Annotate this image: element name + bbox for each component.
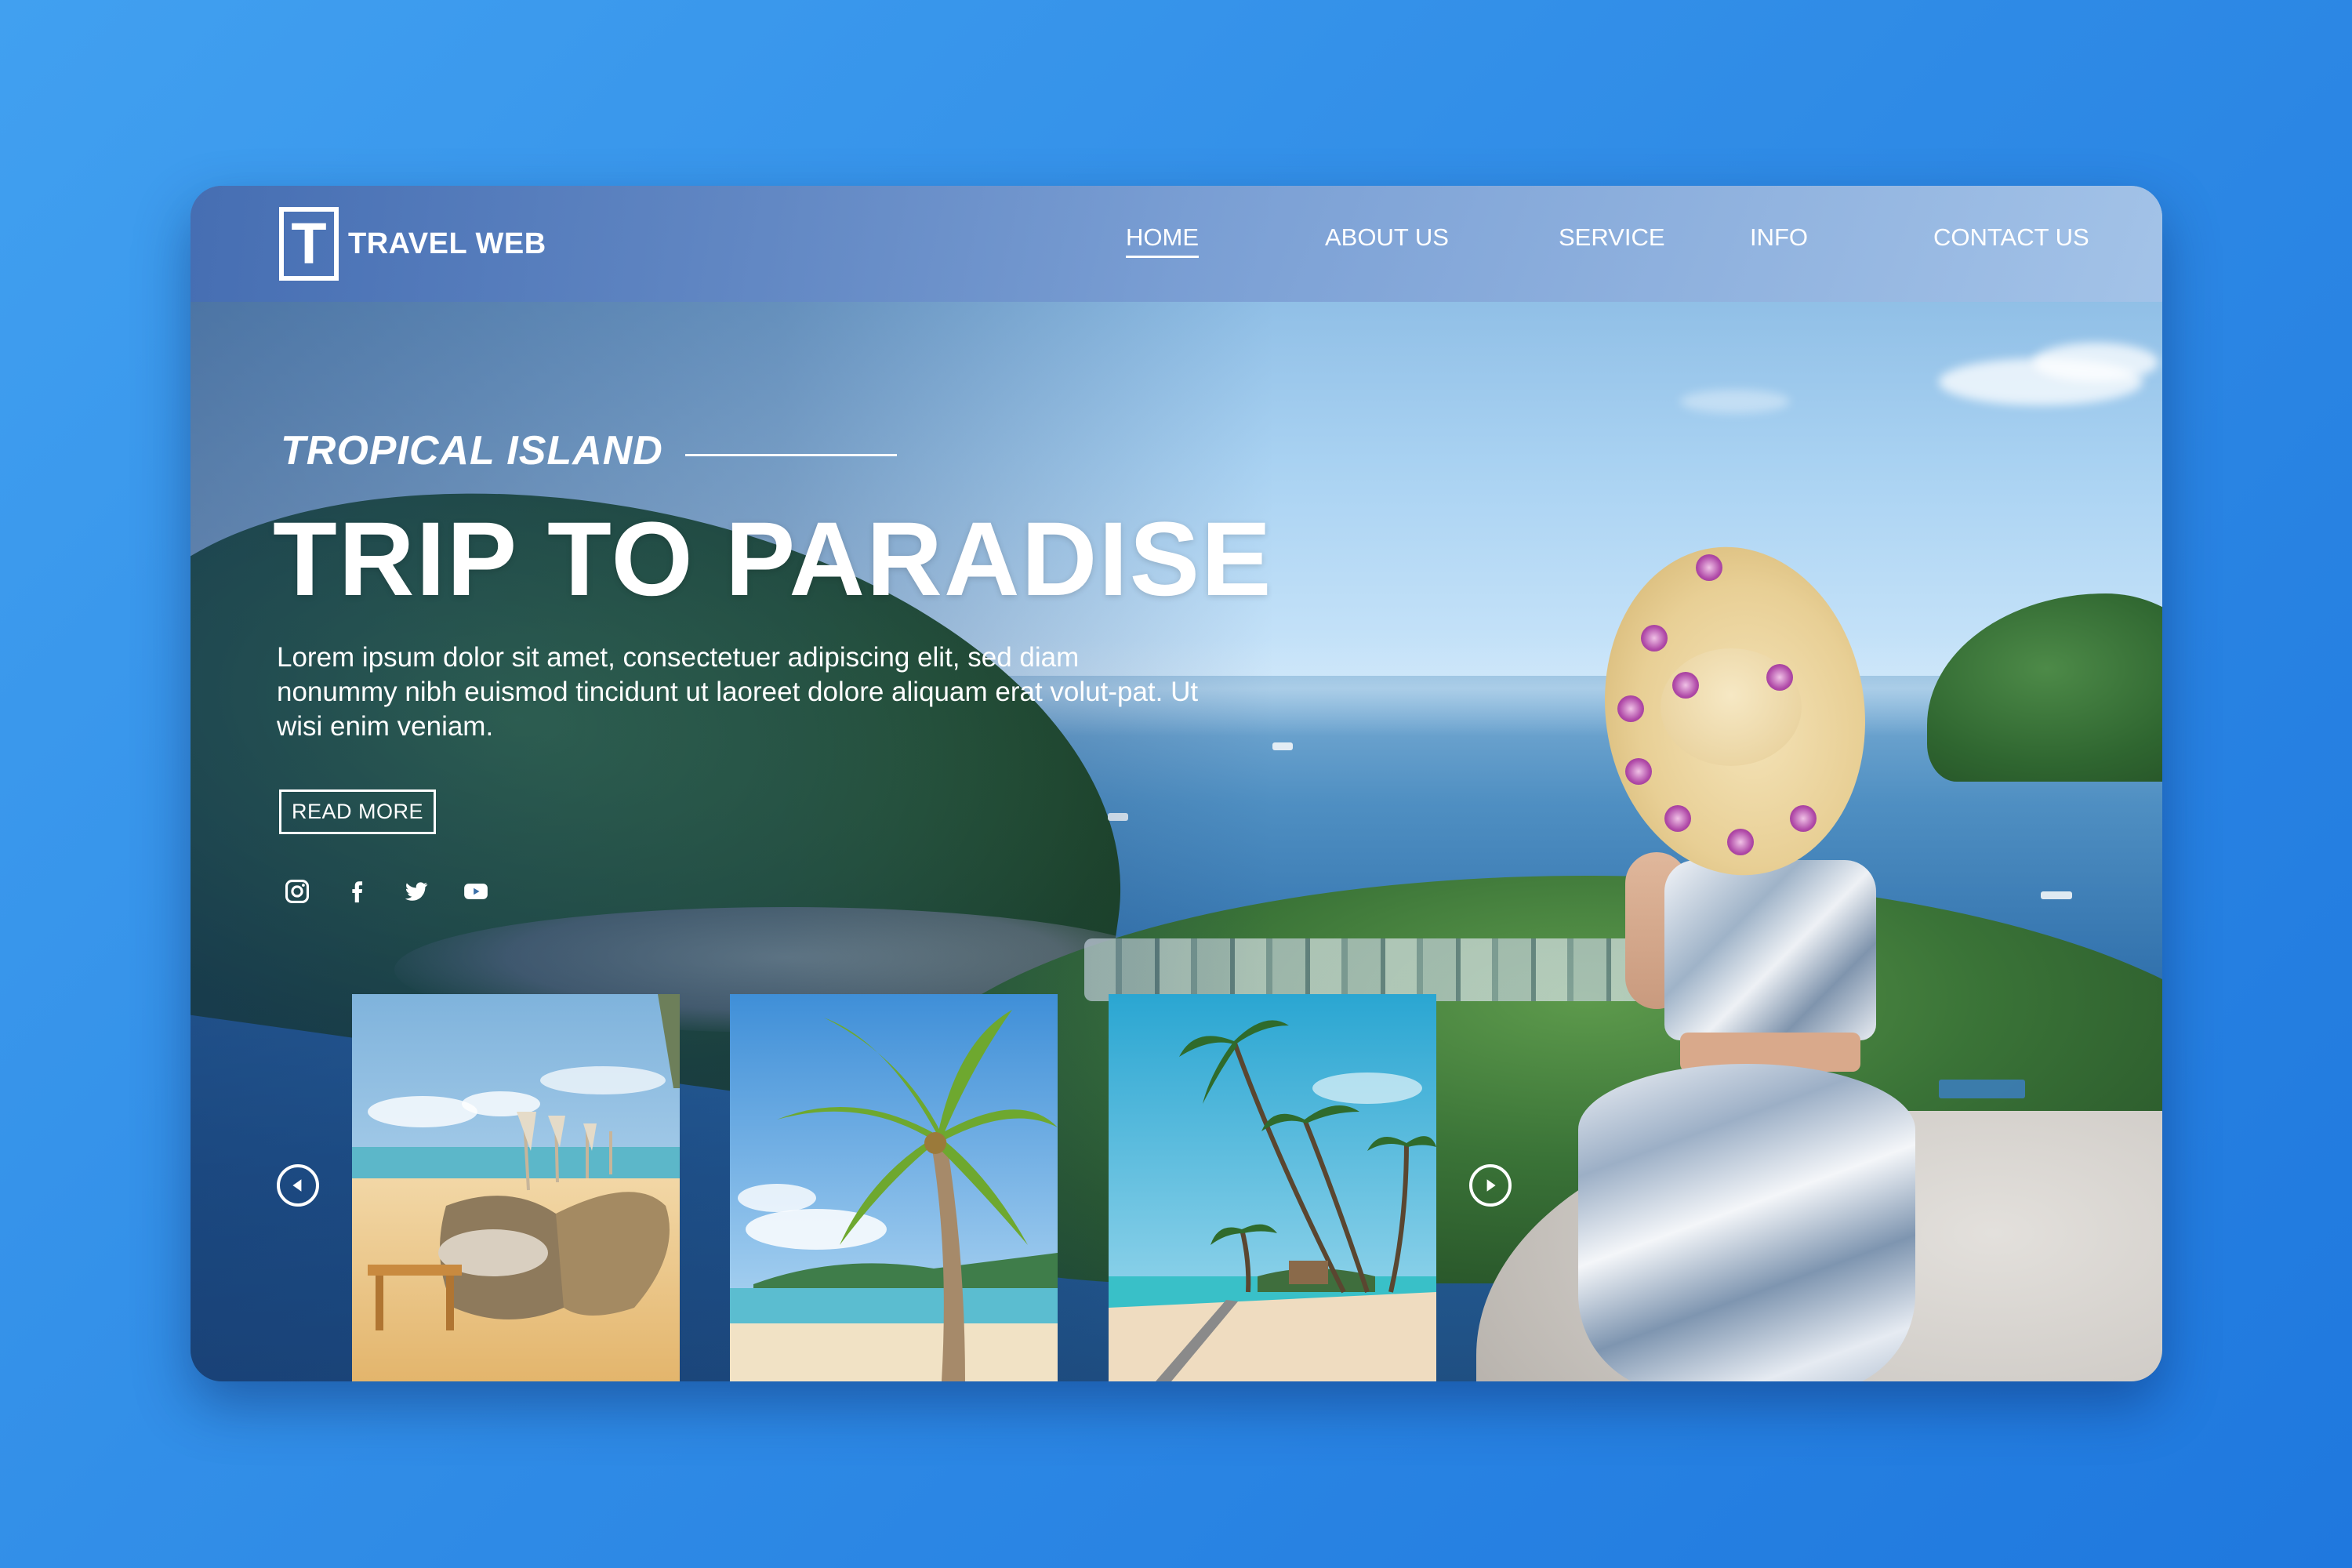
facebook-icon[interactable] — [343, 877, 371, 906]
logo-mark: T — [279, 207, 339, 281]
instagram-icon[interactable] — [283, 877, 311, 906]
hero-eyebrow: TROPICAL ISLAND — [281, 427, 897, 474]
nav-item-service[interactable]: SERVICE — [1559, 223, 1665, 252]
nav-item-contact-us[interactable]: CONTACT US — [1933, 223, 2089, 252]
brand-name: TRAVEL WEB — [348, 227, 546, 260]
gallery-prev-button[interactable] — [277, 1164, 319, 1207]
gallery-thumb-palm-beach[interactable] — [1109, 994, 1436, 1381]
gallery-next-button[interactable] — [1469, 1164, 1512, 1207]
youtube-icon[interactable] — [462, 877, 490, 906]
nav-item-home[interactable]: HOME — [1126, 223, 1199, 258]
hero-eyebrow-text: TROPICAL ISLAND — [281, 428, 663, 474]
twitter-icon[interactable] — [402, 877, 430, 906]
play-right-icon — [1486, 1179, 1496, 1192]
hero-headline: TRIP TO PARADISE — [273, 501, 1273, 618]
hero-body-text: Lorem ipsum dolor sit amet, consectetuer… — [277, 642, 1199, 742]
read-more-button[interactable]: READ MORE — [279, 789, 437, 834]
landing-page-card: T TRAVEL WEB HOME ABOUT US SERVICE INFO … — [191, 186, 2162, 1381]
site-header: T TRAVEL WEB HOME ABOUT US SERVICE INFO … — [191, 186, 2162, 302]
brand-logo[interactable]: T TRAVEL WEB — [279, 207, 546, 281]
nav-item-info[interactable]: INFO — [1750, 223, 1808, 252]
eyebrow-divider — [684, 453, 897, 456]
nav-item-about-us[interactable]: ABOUT US — [1325, 223, 1449, 252]
gallery-thumb-palm-tree[interactable] — [730, 994, 1058, 1381]
gallery-thumb-beach-lounge[interactable] — [352, 994, 680, 1381]
social-links — [283, 877, 490, 906]
play-left-icon — [292, 1179, 302, 1192]
